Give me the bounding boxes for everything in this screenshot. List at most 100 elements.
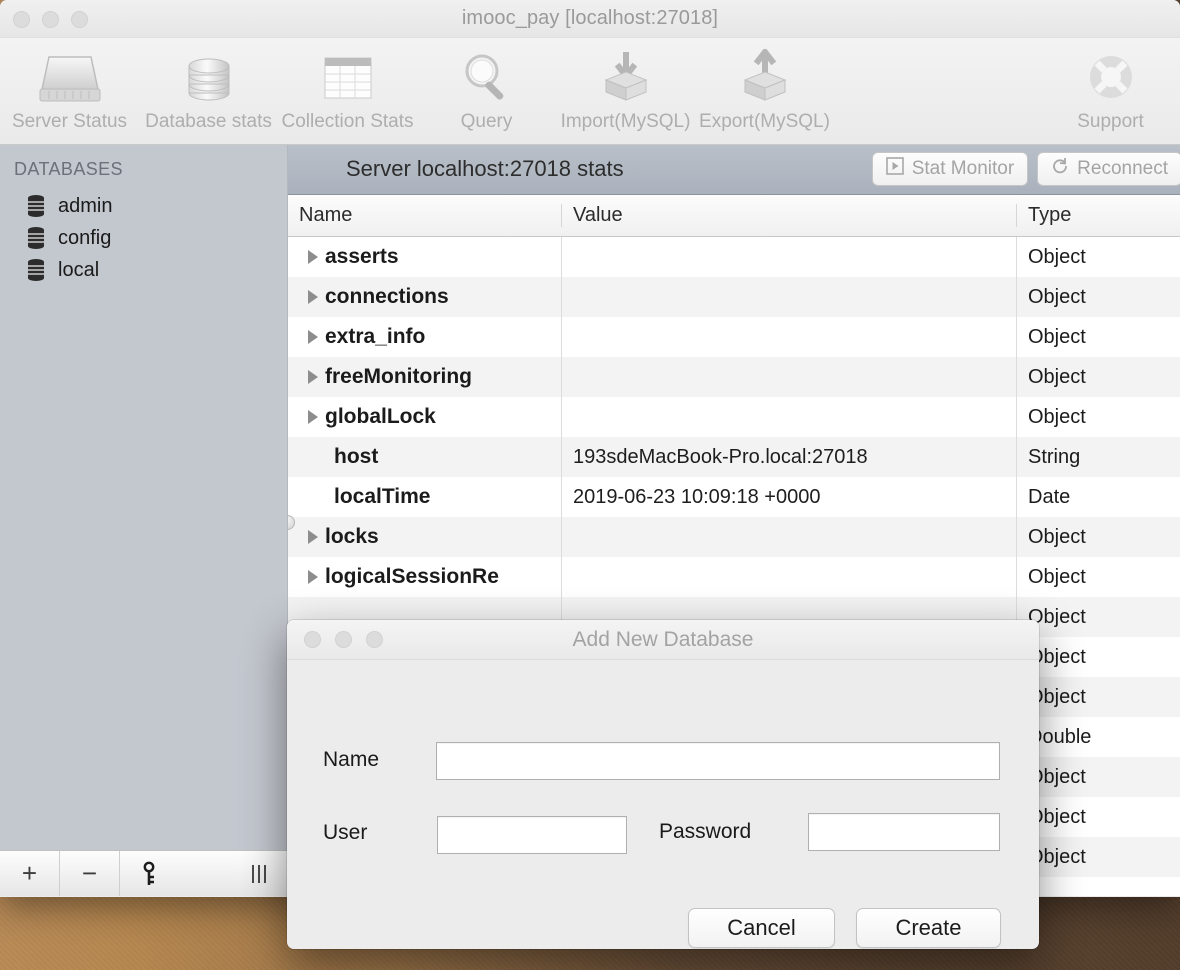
column-header-value[interactable]: Value [561, 204, 1016, 227]
remove-database-button[interactable]: − [60, 851, 120, 896]
row-value-cell [561, 277, 1016, 317]
refresh-icon [1051, 157, 1069, 181]
table-row[interactable]: asserts Object [288, 237, 1180, 277]
expand-triangle-icon[interactable] [308, 410, 318, 424]
sidebar-item-local[interactable]: local [0, 254, 287, 286]
toolbar-item-collection-stats[interactable]: Collection Stats [278, 44, 417, 133]
stats-header-bar: Server localhost:27018 stats Stat Monito… [288, 145, 1180, 195]
expand-triangle-icon[interactable] [308, 570, 318, 584]
row-name-label: localTime [334, 485, 431, 508]
name-field[interactable] [436, 742, 1000, 780]
row-name-cell: localTime [288, 477, 561, 517]
reconnect-button[interactable]: Reconnect [1037, 152, 1180, 186]
import-cube-icon [594, 47, 658, 109]
export-cube-icon [733, 47, 797, 109]
row-value-cell [561, 317, 1016, 357]
server-icon [35, 47, 105, 109]
sidebar-footer-toolbar: + − [0, 850, 287, 896]
name-label: Name [323, 748, 380, 771]
row-value-cell [561, 237, 1016, 277]
row-type-cell: Object [1016, 317, 1180, 357]
row-value-cell: 193sdeMacBook-Pro.local:27018 [561, 437, 1016, 477]
table-row[interactable]: localTime 2019-06-23 10:09:18 +0000 Date [288, 477, 1180, 517]
table-row[interactable]: locks Object [288, 517, 1180, 557]
toolbar-item-export-mysql[interactable]: Export(MySQL) [695, 44, 834, 133]
row-name-label: locks [325, 525, 379, 548]
toolbar-label: Import(MySQL) [560, 111, 691, 132]
row-name-label: logicalSessionRe [325, 565, 499, 588]
table-row[interactable]: connections Object [288, 277, 1180, 317]
row-name-cell: freeMonitoring [288, 357, 561, 397]
toolbar-item-query[interactable]: Query [417, 44, 556, 133]
dialog-titlebar: Add New Database [287, 620, 1039, 660]
table-row[interactable]: logicalSessionRe Object [288, 557, 1180, 597]
expand-triangle-icon[interactable] [308, 530, 318, 544]
column-header-type[interactable]: Type [1016, 204, 1180, 227]
table-row[interactable]: globalLock Object [288, 397, 1180, 437]
database-icon [26, 226, 46, 250]
toolbar-item-server-status[interactable]: Server Status [0, 44, 139, 133]
reconnect-label: Reconnect [1077, 158, 1168, 179]
row-type-cell: Object [1016, 677, 1180, 717]
stats-table-header: Name Value Type [288, 195, 1180, 237]
expand-triangle-icon[interactable] [308, 290, 318, 304]
user-label: User [323, 821, 368, 844]
expand-triangle-icon[interactable] [308, 250, 318, 264]
database-icon [26, 194, 46, 218]
password-field[interactable] [808, 813, 1000, 851]
sidebar-item-label: config [58, 226, 112, 249]
row-name-label: globalLock [325, 405, 436, 428]
row-type-cell: Object [1016, 517, 1180, 557]
toolbar-item-import-mysql[interactable]: Import(MySQL) [556, 44, 695, 133]
table-grid-icon [318, 47, 378, 109]
column-header-name[interactable]: Name [288, 204, 561, 227]
row-name-label: freeMonitoring [325, 365, 472, 388]
auth-key-button[interactable] [120, 851, 180, 896]
database-stack-icon [178, 47, 240, 109]
sidebar-item-config[interactable]: config [0, 222, 287, 254]
stats-title: Server localhost:27018 stats [346, 156, 624, 181]
magnifier-icon [458, 47, 516, 109]
stat-monitor-button[interactable]: Stat Monitor [871, 152, 1029, 186]
toolbar-item-database-stats[interactable]: Database stats [139, 44, 278, 133]
row-name-label: connections [325, 285, 449, 308]
table-row[interactable]: host 193sdeMacBook-Pro.local:27018 String [288, 437, 1180, 477]
row-type-cell: Object [1016, 357, 1180, 397]
table-row[interactable]: freeMonitoring Object [288, 357, 1180, 397]
table-row[interactable]: extra_info Object [288, 317, 1180, 357]
row-name-cell: connections [288, 277, 561, 317]
grip-icon[interactable] [231, 851, 287, 896]
row-name-label: extra_info [325, 325, 426, 348]
dialog-body: Name User Password Cancel Create [287, 660, 1039, 949]
row-name-cell: extra_info [288, 317, 561, 357]
row-name-cell: asserts [288, 237, 561, 277]
row-name-cell: logicalSessionRe [288, 557, 561, 597]
toolbar-label: Query [460, 111, 513, 132]
row-type-cell: Object [1016, 397, 1180, 437]
user-field[interactable] [437, 816, 627, 854]
user-input[interactable] [438, 817, 626, 853]
row-type-cell: Object [1016, 757, 1180, 797]
row-name-label: asserts [325, 245, 399, 268]
name-input[interactable] [437, 743, 999, 779]
toolbar-label: Export(MySQL) [699, 111, 830, 132]
add-database-button[interactable]: + [0, 851, 60, 896]
row-type-cell: String [1016, 437, 1180, 477]
row-value-cell [561, 397, 1016, 437]
lifebuoy-icon [1082, 47, 1140, 109]
cancel-button[interactable]: Cancel [688, 908, 835, 948]
expand-triangle-icon[interactable] [308, 330, 318, 344]
row-type-cell: Object [1016, 837, 1180, 877]
toolbar-label: Collection Stats [281, 111, 414, 132]
toolbar-item-support[interactable]: Support [1041, 44, 1180, 133]
create-button[interactable]: Create [856, 908, 1001, 948]
sidebar-item-label: admin [58, 194, 113, 217]
row-type-cell: Object [1016, 277, 1180, 317]
row-name-cell: locks [288, 517, 561, 557]
password-input[interactable] [809, 814, 999, 850]
play-icon [885, 157, 904, 181]
expand-triangle-icon[interactable] [308, 370, 318, 384]
dialog-title: Add New Database [572, 628, 754, 651]
sidebar-item-admin[interactable]: admin [0, 190, 287, 222]
row-value-cell [561, 517, 1016, 557]
